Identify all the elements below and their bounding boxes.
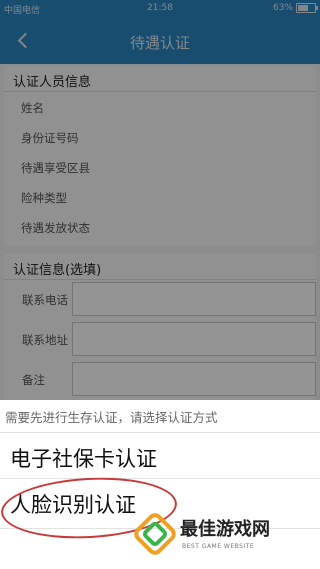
divider: [0, 478, 320, 479]
watermark-subtitle: BEST GAME WEBSITE: [182, 543, 255, 550]
watermark: 最佳游戏网 BEST GAME WEBSITE: [120, 507, 320, 569]
sheet-prompt: 需要先进行生存认证，请选择认证方式: [5, 410, 218, 425]
watermark-logo-icon: [134, 513, 176, 555]
watermark-title: 最佳游戏网: [180, 519, 270, 540]
divider: [0, 432, 320, 433]
ecard-auth-option[interactable]: 电子社保卡认证: [10, 443, 157, 473]
